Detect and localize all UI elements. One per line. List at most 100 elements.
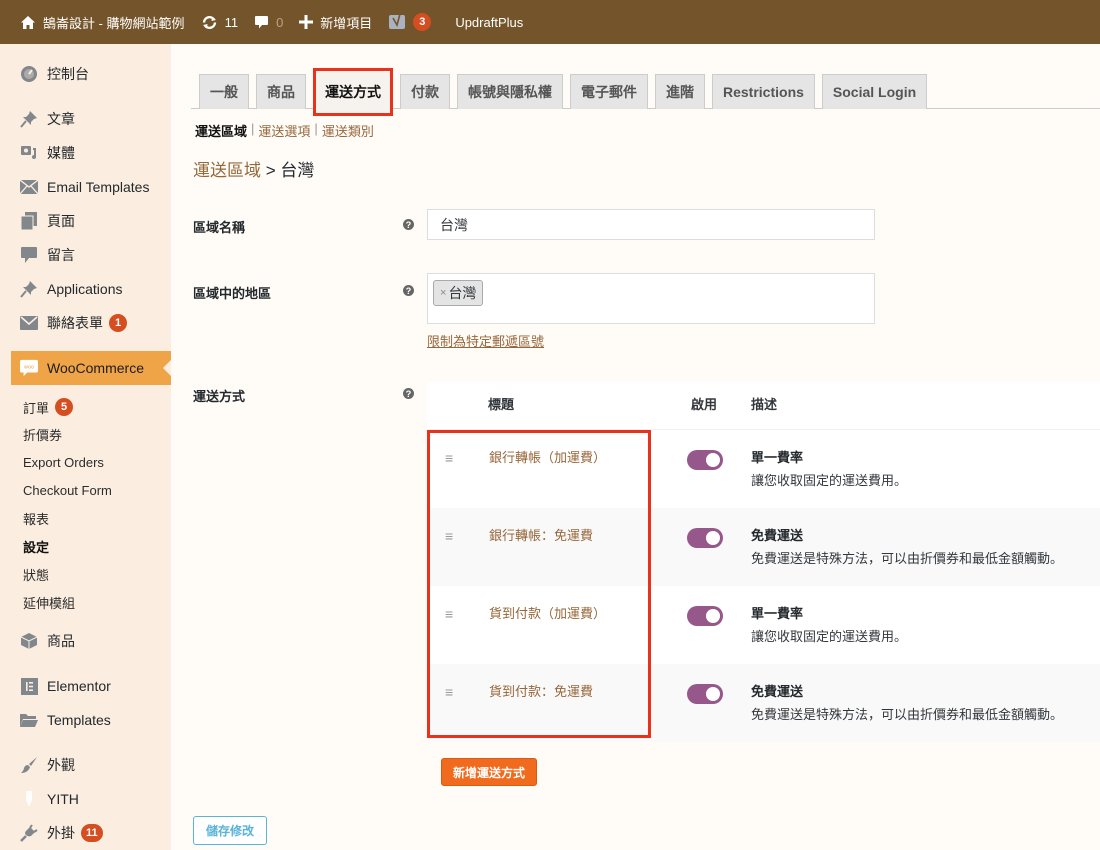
sidebar-item-media[interactable]: 媒體 [0,136,171,170]
pin-icon [20,110,38,128]
tab-emails[interactable]: 電子郵件 [570,74,648,109]
comment-icon [254,15,269,30]
pin-icon [20,280,38,298]
folder-icon [20,711,38,729]
sidebar-item-pages[interactable]: 頁面 [0,204,171,238]
site-name-link[interactable]: 鵠崙設計 - 購物網站範例 [20,13,185,32]
subnav-shipping-zones[interactable]: 運送區域 [195,121,247,140]
woo-icon: woo [20,359,38,377]
column-enabled: 啟用 [691,397,718,412]
zone-regions-select[interactable] [427,273,875,324]
admin-bar: 鵠崙設計 - 購物網站範例 11 0 新增項目 3 UpdraftPlus [0,0,1100,44]
refresh-icon [201,15,218,30]
drag-handle-icon[interactable]: ≡ [445,684,453,700]
sidebar-item-appearance[interactable]: 外觀 [0,748,171,782]
method-description: 讓您收取固定的運送費用。 [751,473,908,488]
tab-general[interactable]: 一般 [199,74,249,109]
submenu-settings[interactable]: 設定 [23,535,49,557]
sidebar-item-dashboard[interactable]: 控制台 [0,57,171,91]
sidebar-item-contact-form[interactable]: 聯絡表單 1 [0,306,171,340]
submenu-checkout-form[interactable]: Checkout Form [23,479,112,501]
tab-shipping[interactable]: 運送方式 [313,68,393,116]
tab-social-login[interactable]: Social Login [821,74,928,109]
sidebar-item-plugins[interactable]: 外掛 11 [0,816,171,850]
orders-badge: 5 [55,398,74,416]
method-type: 單一費率 [751,606,804,621]
submenu-status[interactable]: 狀態 [23,563,49,585]
admin-sidebar: 控制台 文章 媒體 Email Templates 頁面 留言 Applicat… [0,44,171,850]
enabled-toggle[interactable] [687,684,723,704]
yoast-link[interactable]: 3 [388,13,432,31]
new-content-link[interactable]: 新增項目 [299,13,372,32]
method-type: 免費運送 [751,528,804,543]
table-header: 標題 啟用 描述 [427,382,1100,430]
tab-products[interactable]: 商品 [256,74,306,109]
zone-name-input[interactable]: 台灣 [427,209,875,240]
column-description: 描述 [751,397,778,412]
sidebar-item-comments[interactable]: 留言 [0,238,171,272]
zone-regions-label: 區域中的地區 [193,286,272,301]
drag-handle-icon[interactable]: ≡ [445,450,453,466]
settings-tabs: 一般 商品 運送方式 付款 帳號與隱私權 電子郵件 進階 Restriction… [199,68,928,116]
sidebar-item-yith[interactable]: YITH [0,782,171,816]
svg-text:woo: woo [24,364,34,370]
submenu-reports[interactable]: 報表 [23,507,49,529]
table-row: ≡ 銀行轉帳：免運費 免費運送 免費運送是特殊方法，可以由折價券和最低金額觸動。 [427,508,1100,586]
sidebar-item-woocommerce[interactable]: woo WooCommerce [11,351,171,385]
tab-payments[interactable]: 付款 [400,74,450,109]
method-description: 免費運送是特殊方法，可以由折價券和最低金額觸動。 [751,551,1064,566]
updraftplus-link[interactable]: UpdraftPlus [455,15,523,30]
drag-handle-icon[interactable]: ≡ [445,528,453,544]
subnav-shipping-options[interactable]: 運送選項 [258,121,310,140]
enabled-toggle[interactable] [687,606,723,626]
subnav-shipping-classes[interactable]: 運送類別 [322,121,374,140]
sidebar-item-templates[interactable]: Templates [0,703,171,737]
help-icon[interactable]: ? [403,388,414,399]
breadcrumb-separator: > [265,161,276,180]
remove-chip-icon[interactable]: × [440,287,446,299]
sidebar-item-posts[interactable]: 文章 [0,102,171,136]
sidebar-item-elementor[interactable]: Elementor [0,669,171,703]
drag-handle-icon[interactable]: ≡ [445,606,453,622]
dashboard-icon [20,65,38,83]
contact-form-badge: 1 [109,314,127,332]
enabled-toggle[interactable] [687,450,723,470]
elementor-icon [20,677,38,695]
method-title-link[interactable]: 貨到付款：免運費 [489,681,593,700]
breadcrumb: 運送區域 > 台灣 [193,156,314,181]
sidebar-item-products[interactable]: 商品 [0,624,171,658]
shipping-subnav: 運送區域 | 運送選項 | 運送類別 [195,121,374,140]
region-chip[interactable]: × 台灣 [433,280,484,306]
submenu-extensions[interactable]: 延伸模組 [23,591,75,613]
breadcrumb-current: 台灣 [280,161,315,180]
method-type: 免費運送 [751,684,804,699]
submenu-coupons[interactable]: 折價券 [23,423,62,445]
sidebar-item-applications[interactable]: Applications [0,272,171,306]
help-icon[interactable]: ? [403,285,414,296]
method-description: 讓您收取固定的運送費用。 [751,629,908,644]
submenu-export-orders[interactable]: Export Orders [23,451,104,473]
add-shipping-method-button[interactable]: 新增運送方式 [441,758,538,786]
method-title-link[interactable]: 貨到付款（加運費） [489,603,606,622]
tab-advanced[interactable]: 進階 [655,74,705,109]
method-title-link[interactable]: 銀行轉帳（加運費） [489,447,606,466]
pages-icon [20,212,38,230]
sidebar-item-email-templates[interactable]: Email Templates [0,170,171,204]
comments-link[interactable]: 0 [254,15,283,30]
tab-restrictions[interactable]: Restrictions [712,74,815,109]
yoast-badge: 3 [413,13,432,31]
method-type: 單一費率 [751,450,804,465]
tab-accounts-privacy[interactable]: 帳號與隱私權 [457,74,563,109]
submenu-orders[interactable]: 訂單 5 [23,396,74,418]
shipping-methods-table: 標題 啟用 描述 ≡ 銀行轉帳（加運費） 單一費率 讓您收取固定的運送費用。 ≡… [427,382,1100,742]
help-icon[interactable]: ? [403,219,414,230]
breadcrumb-zones-link[interactable]: 運送區域 [193,161,261,180]
save-changes-button[interactable]: 儲存修改 [193,816,268,845]
method-title-link[interactable]: 銀行轉帳：免運費 [489,525,593,544]
plus-icon [299,15,314,29]
updates-link[interactable]: 11 [201,15,238,30]
plugins-badge: 11 [81,824,103,842]
method-description: 免費運送是特殊方法，可以由折價券和最低金額觸動。 [751,707,1064,722]
enabled-toggle[interactable] [687,528,723,548]
limit-postcodes-link[interactable]: 限制為特定郵遞區號 [427,331,544,350]
